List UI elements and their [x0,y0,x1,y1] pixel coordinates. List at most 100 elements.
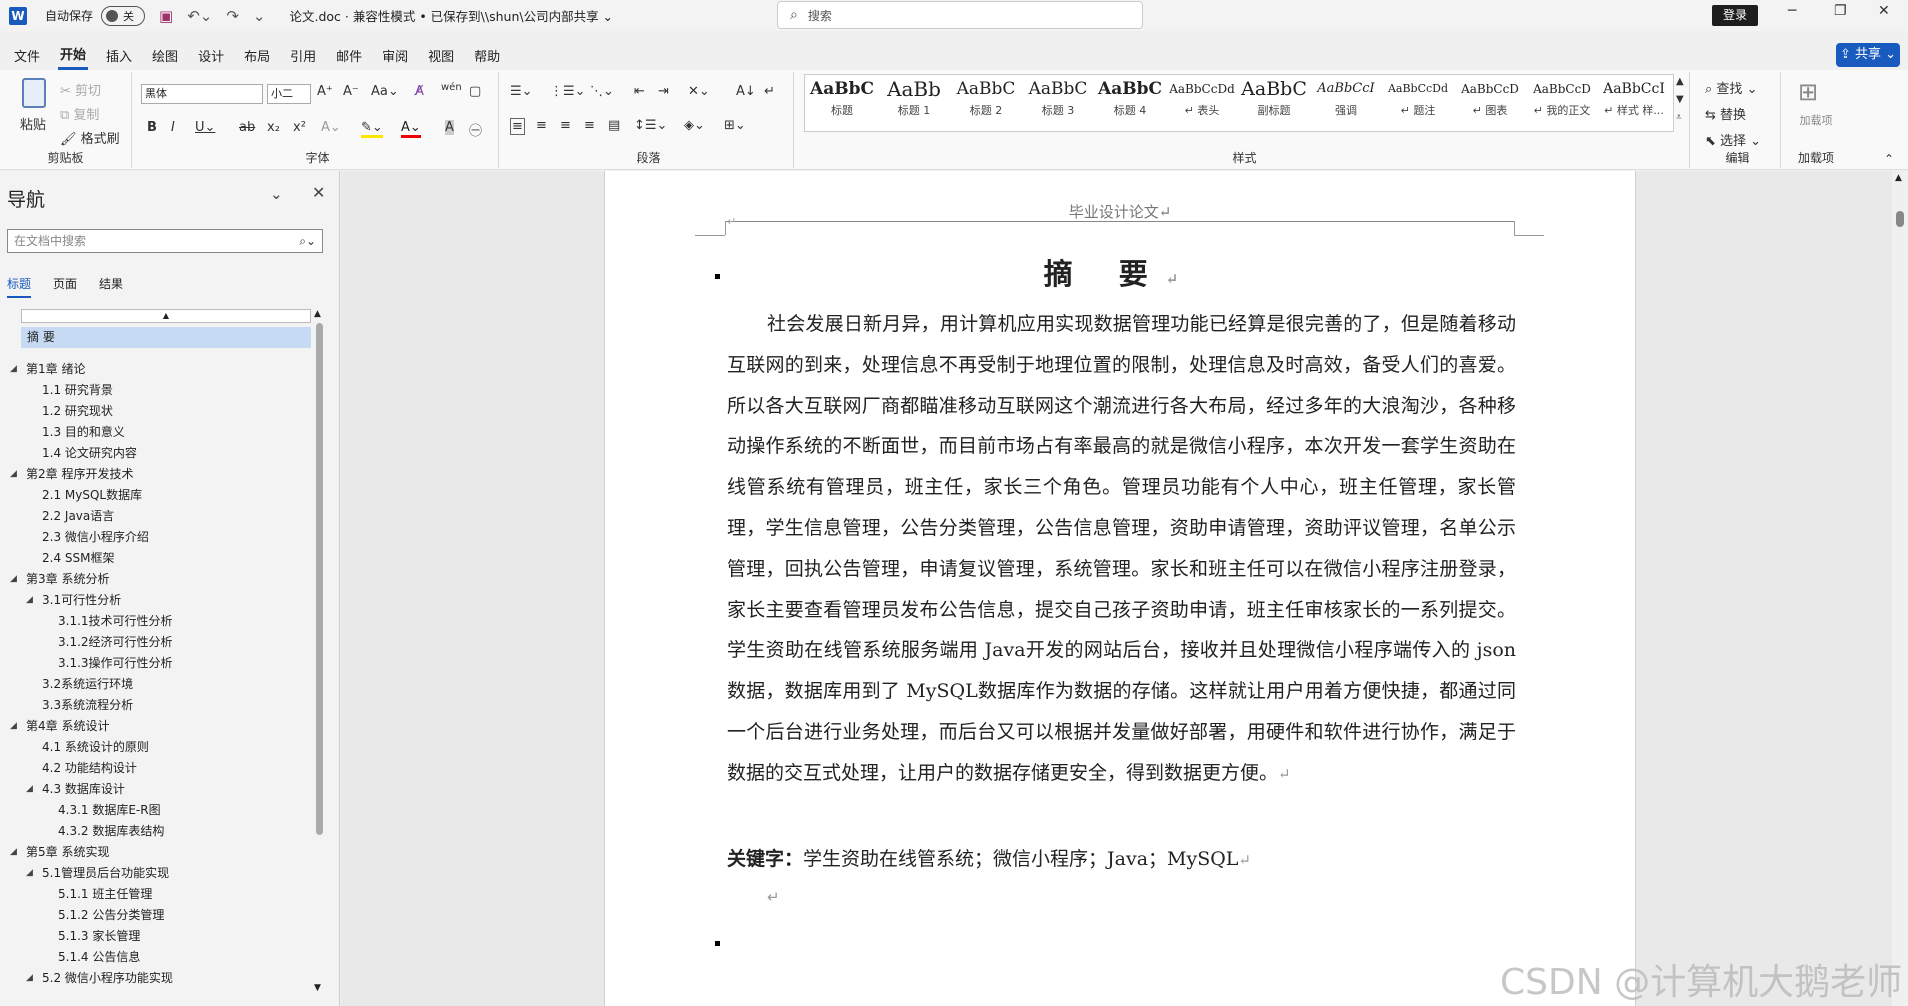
addins-icon[interactable]: ⊞ [1798,78,1818,106]
customize-toolbar-icon[interactable]: ⌄ [253,7,266,25]
search-icon[interactable]: ⌕⌄ [299,230,316,252]
expand-arrow-icon[interactable]: ◢ [26,863,33,884]
tab-insert[interactable]: 插入 [104,42,134,69]
styles-more-icon[interactable]: ⩡ [1676,112,1682,123]
nav-heading-item[interactable]: 2.4 SSM框架 [0,548,312,569]
save-icon[interactable]: ▣ [159,7,173,25]
style-item[interactable]: AaBbCcD ↵ 图表 [1454,76,1526,120]
grow-font-icon[interactable]: A⁺ [317,84,333,99]
format-painter-button[interactable]: 🖌 格式刷 [60,128,120,147]
paste-icon[interactable] [22,78,46,108]
styles-scroll-up-icon[interactable]: ▲ [1676,76,1684,87]
italic-icon[interactable]: I [171,120,175,135]
align-right-icon[interactable]: ≡ [560,118,571,133]
document-scrollbar[interactable]: ▲ [1892,171,1908,1006]
highlight-icon[interactable]: ✎⌄ [361,120,383,138]
nav-heading-item[interactable]: ◢ 4.3 数据库设计 [0,779,312,800]
expand-arrow-icon[interactable]: ◢ [10,464,17,485]
clear-format-icon[interactable]: A̸ [415,84,424,99]
nav-tab-pages[interactable]: 页面 [53,275,77,298]
collapse-ribbon-icon[interactable]: ⌃ [1884,152,1894,166]
style-item[interactable]: AaBbCcI 强调 [1310,76,1382,120]
nav-tab-results[interactable]: 结果 [99,275,123,298]
nav-heading-item[interactable]: 3.3系统流程分析 [0,695,312,716]
expand-arrow-icon[interactable]: ◢ [26,968,33,989]
copy-button[interactable]: ⧉ 复制 [60,104,99,123]
nav-heading-item[interactable]: ◢ 5.2 微信小程序功能实现 [0,968,312,989]
nav-tab-headings[interactable]: 标题 [7,275,32,298]
style-item[interactable]: AaBbCcI ↵ 样式 样... [1598,76,1670,120]
scroll-down-icon[interactable]: ▼ [314,983,321,993]
expand-arrow-icon[interactable]: ◢ [10,842,17,863]
nav-heading-item[interactable]: ◢ 5.1管理员后台功能实现 [0,863,312,884]
nav-heading-item[interactable]: ◢ 第4章 系统设计 [0,716,312,737]
expand-arrow-icon[interactable]: ◢ [26,590,33,611]
nav-heading-item[interactable]: 3.1.3操作可行性分析 [0,653,312,674]
find-button[interactable]: ⌕ 查找 ⌄ [1705,78,1757,97]
tab-draw[interactable]: 绘图 [150,42,180,69]
style-item[interactable]: AaBbC 副标题 [1238,76,1310,120]
tab-file[interactable]: 文件 [12,42,42,69]
nav-heading-item[interactable]: ◢ 第3章 系统分析 [0,569,312,590]
nav-heading-item[interactable]: 4.2 功能结构设计 [0,758,312,779]
justify-icon[interactable]: ≡ [584,118,595,133]
style-item[interactable]: AaBbCcDd ↵ 表头 [1166,76,1238,120]
strikethrough-icon[interactable]: ab [239,120,255,135]
nav-heading-item[interactable]: 5.1.2 公告分类管理 [0,905,312,926]
bullets-icon[interactable]: ☰⌄ [510,84,533,99]
font-name-select[interactable]: 黑体 [141,84,263,104]
expand-arrow-icon[interactable]: ◢ [10,359,17,380]
scroll-up-icon[interactable]: ▲ [314,309,321,319]
nav-heading-item[interactable]: 4.1 系统设计的原则 [0,737,312,758]
expand-arrow-icon[interactable]: ◢ [10,569,17,590]
sort-icon[interactable]: A↓ [736,84,756,99]
tab-view[interactable]: 视图 [426,42,456,69]
share-button[interactable]: ⇪ 共享 ⌄ [1836,43,1900,67]
char-shading-icon[interactable]: A [445,120,454,135]
close-icon[interactable]: ✕ [312,183,325,202]
minimize-icon[interactable]: ─ [1788,3,1796,19]
nav-heading-item[interactable]: 3.2系统运行环境 [0,674,312,695]
enclose-char-icon[interactable]: ㊀ [469,120,482,139]
nav-heading-item[interactable]: 5.1.4 公告信息 [0,947,312,968]
styles-scroll-down-icon[interactable]: ▼ [1676,94,1684,105]
expand-arrow-icon[interactable]: ◢ [10,716,17,737]
nav-heading-item[interactable]: 4.3.2 数据库表结构 [0,821,312,842]
style-item[interactable]: AaBbC 标题 [806,76,878,120]
tab-references[interactable]: 引用 [288,42,318,69]
collapse-all-icon[interactable]: ▲ [21,309,311,323]
nav-heading-item[interactable]: ◢ 第1章 绪论 [0,359,312,380]
style-item[interactable]: AaBbCcD ↵ 我的正文 [1526,76,1598,120]
nav-heading-item[interactable]: 2.2 Java语言 [0,506,312,527]
style-item[interactable]: AaBb 标题 1 [878,76,950,120]
autosave-toggle[interactable]: 关 [101,5,146,26]
nav-search-input[interactable]: 在文档中搜索 ⌕⌄ [7,229,323,253]
nav-heading-item[interactable]: 1.1 研究背景 [0,380,312,401]
nav-scrollbar[interactable]: ▲ ▼ [314,309,324,999]
distribute-icon[interactable]: ▤ [608,118,620,133]
line-spacing-icon[interactable]: ↕☰⌄ [634,118,667,133]
nav-heading-item[interactable]: 5.1.1 班主任管理 [0,884,312,905]
subscript-icon[interactable]: x₂ [267,120,280,135]
nav-heading-item[interactable]: 1.4 论文研究内容 [0,443,312,464]
replace-button[interactable]: ⇆ 替换 [1705,104,1746,123]
chinese-layout-icon[interactable]: ✕⌄ [688,84,710,99]
tab-home[interactable]: 开始 [58,40,89,70]
select-button[interactable]: ⬉ 选择 ⌄ [1705,130,1761,149]
redo-icon[interactable]: ↷ [226,7,239,25]
font-size-select[interactable]: 小二 [267,84,311,104]
tab-layout[interactable]: 布局 [242,42,272,69]
scroll-up-icon[interactable]: ▲ [1895,173,1902,183]
nav-heading-item[interactable]: 1.2 研究现状 [0,401,312,422]
nav-heading-item[interactable]: 1.3 目的和意义 [0,422,312,443]
nav-scroll-thumb[interactable] [316,323,323,835]
align-left-icon[interactable]: ≡ [510,118,525,135]
nav-heading-item[interactable]: 3.1.1技术可行性分析 [0,611,312,632]
phonetic-guide-icon[interactable]: wén [441,82,462,93]
tab-review[interactable]: 审阅 [380,42,410,69]
borders-icon[interactable]: ⊞⌄ [724,118,746,133]
tab-mailings[interactable]: 邮件 [334,42,364,69]
numbering-icon[interactable]: ⋮☰⌄ [550,84,586,99]
document-page[interactable]: 毕业设计论文↵ ↵ 摘 要↵ 社会发展日新月异，用计算机应用实现数据管理功能已经… [604,171,1636,1006]
nav-heading-item[interactable]: 2.1 MySQL数据库 [0,485,312,506]
